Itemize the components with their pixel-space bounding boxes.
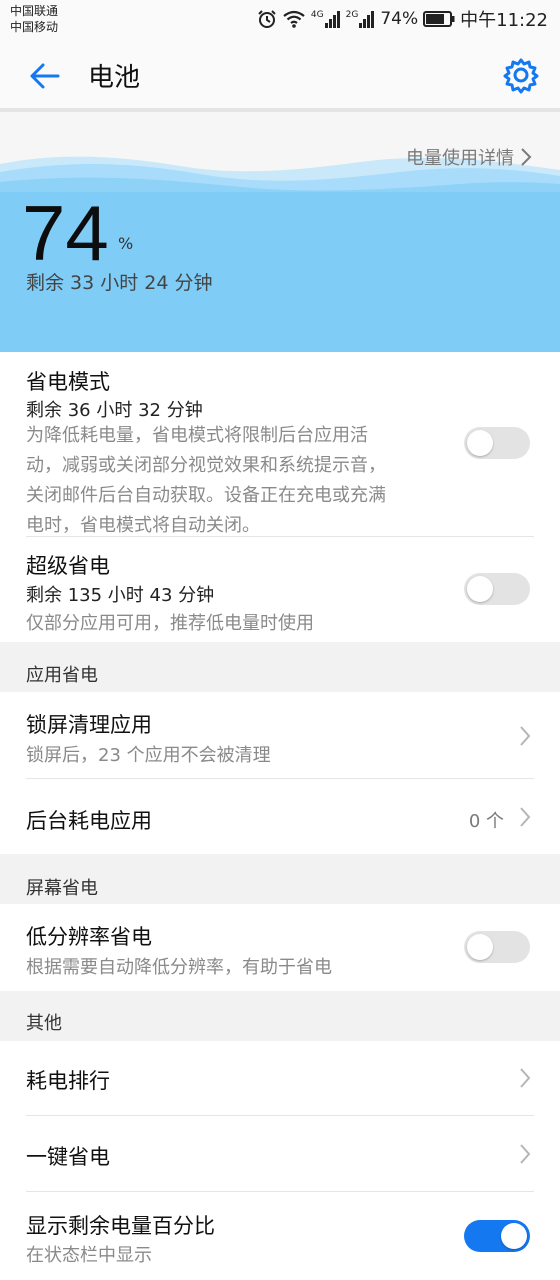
ultra-saving-row[interactable]: 超级省电 剩余 135 小时 43 分钟 仅部分应用可用，推荐低电量时使用 — [0, 537, 560, 642]
signal-1: 4G — [311, 10, 341, 28]
low-res-row[interactable]: 低分辨率省电 根据需要自动降低分辨率，有助于省电 — [0, 904, 560, 991]
battery-level: 74 — [22, 189, 109, 277]
power-saving-desc: 为降低耗电量，省电模式将限制后台应用活 动，减弱或关闭部分视觉效果和系统提示音，… — [26, 421, 436, 541]
battery-hero: 电量使用详情 74 % 剩余 33 小时 24 分钟 — [0, 112, 560, 352]
one-key-title: 一键省电 — [26, 1145, 110, 1169]
percent-sign: % — [118, 234, 134, 253]
section-app-saving: 应用省电 — [0, 642, 560, 692]
alarm-icon — [258, 10, 276, 28]
low-res-toggle[interactable] — [464, 931, 530, 963]
signal-icon — [324, 11, 340, 28]
chevron-right-icon — [520, 726, 531, 746]
ranking-row[interactable]: 耗电排行 — [0, 1041, 560, 1116]
status-icons: 4G 2G 74% 中午11:22 — [257, 6, 548, 32]
lock-clean-row[interactable]: 锁屏清理应用 锁屏后，23 个应用不会被清理 — [0, 692, 560, 779]
signal-2: 2G — [346, 10, 376, 28]
page-title: 电池 — [88, 63, 141, 93]
power-saving-row[interactable]: 省电模式 剩余 36 小时 32 分钟 为降低耗电量，省电模式将限制后台应用活 … — [0, 352, 560, 537]
background-apps-count: 0 个 — [468, 811, 504, 832]
carrier-1: 中国联通 — [10, 4, 59, 18]
network-type-1: 4G — [310, 10, 324, 20]
show-percent-row[interactable]: 显示剩余电量百分比 在状态栏中显示 — [0, 1192, 560, 1280]
signal-icon — [359, 11, 375, 28]
low-res-title: 低分辨率省电 — [26, 925, 152, 949]
status-bar: 中国联通 中国移动 4G 2G 74% 中午11:22 — [0, 0, 560, 40]
carrier-2: 中国移动 — [10, 20, 59, 34]
toggle-knob — [467, 576, 493, 602]
section-label: 其他 — [26, 1013, 62, 1034]
chevron-right-icon — [520, 1144, 531, 1164]
carrier-info: 中国联通 中国移动 — [10, 3, 58, 35]
network-type-2: 2G — [345, 10, 359, 20]
toggle-knob — [501, 1223, 527, 1249]
battery-icon — [423, 11, 455, 27]
gear-icon[interactable] — [502, 56, 540, 94]
ultra-saving-title: 超级省电 — [26, 554, 110, 578]
usage-details-label: 电量使用详情 — [406, 148, 514, 169]
battery-percent: 74% — [380, 9, 419, 29]
power-saving-remaining: 剩余 36 小时 32 分钟 — [26, 400, 203, 421]
show-percent-desc: 在状态栏中显示 — [26, 1245, 152, 1266]
ultra-saving-desc: 仅部分应用可用，推荐低电量时使用 — [26, 613, 314, 634]
section-other: 其他 — [0, 991, 560, 1041]
toggle-knob — [467, 934, 493, 960]
background-apps-row[interactable]: 后台耗电应用 0 个 — [0, 779, 560, 854]
ultra-saving-toggle[interactable] — [464, 573, 530, 605]
chevron-right-icon — [520, 1068, 531, 1088]
wifi-icon — [283, 10, 305, 28]
chevron-right-icon — [521, 148, 532, 166]
low-res-desc: 根据需要自动降低分辨率，有助于省电 — [26, 957, 332, 978]
power-saving-toggle[interactable] — [464, 427, 530, 459]
toggle-knob — [467, 430, 493, 456]
ultra-saving-remaining: 剩余 135 小时 43 分钟 — [26, 585, 215, 606]
lock-clean-desc: 锁屏后，23 个应用不会被清理 — [26, 745, 271, 766]
lock-clean-title: 锁屏清理应用 — [26, 713, 152, 737]
ranking-title: 耗电排行 — [26, 1069, 110, 1093]
chevron-right-icon — [520, 807, 531, 827]
section-label: 屏幕省电 — [26, 878, 98, 899]
arrow-left-icon[interactable] — [24, 56, 64, 96]
desc-line: 为降低耗电量，省电模式将限制后台应用活 — [26, 425, 368, 446]
one-key-row[interactable]: 一键省电 — [0, 1116, 560, 1192]
usage-details-link[interactable]: 电量使用详情 — [406, 144, 532, 170]
section-label: 应用省电 — [26, 665, 98, 686]
background-apps-title: 后台耗电应用 — [26, 809, 152, 833]
show-percent-toggle[interactable] — [464, 1220, 530, 1252]
desc-line: 关闭邮件后台自动获取。设备正在充电或充满 — [26, 485, 386, 506]
show-percent-title: 显示剩余电量百分比 — [26, 1214, 215, 1238]
clock: 中午11:22 — [460, 10, 548, 31]
app-bar: 电池 — [0, 40, 560, 110]
remaining-time: 剩余 33 小时 24 分钟 — [26, 272, 213, 294]
desc-line: 动，减弱或关闭部分视觉效果和系统提示音， — [26, 455, 386, 476]
power-saving-title: 省电模式 — [26, 370, 110, 394]
section-screen-saving: 屏幕省电 — [0, 854, 560, 904]
